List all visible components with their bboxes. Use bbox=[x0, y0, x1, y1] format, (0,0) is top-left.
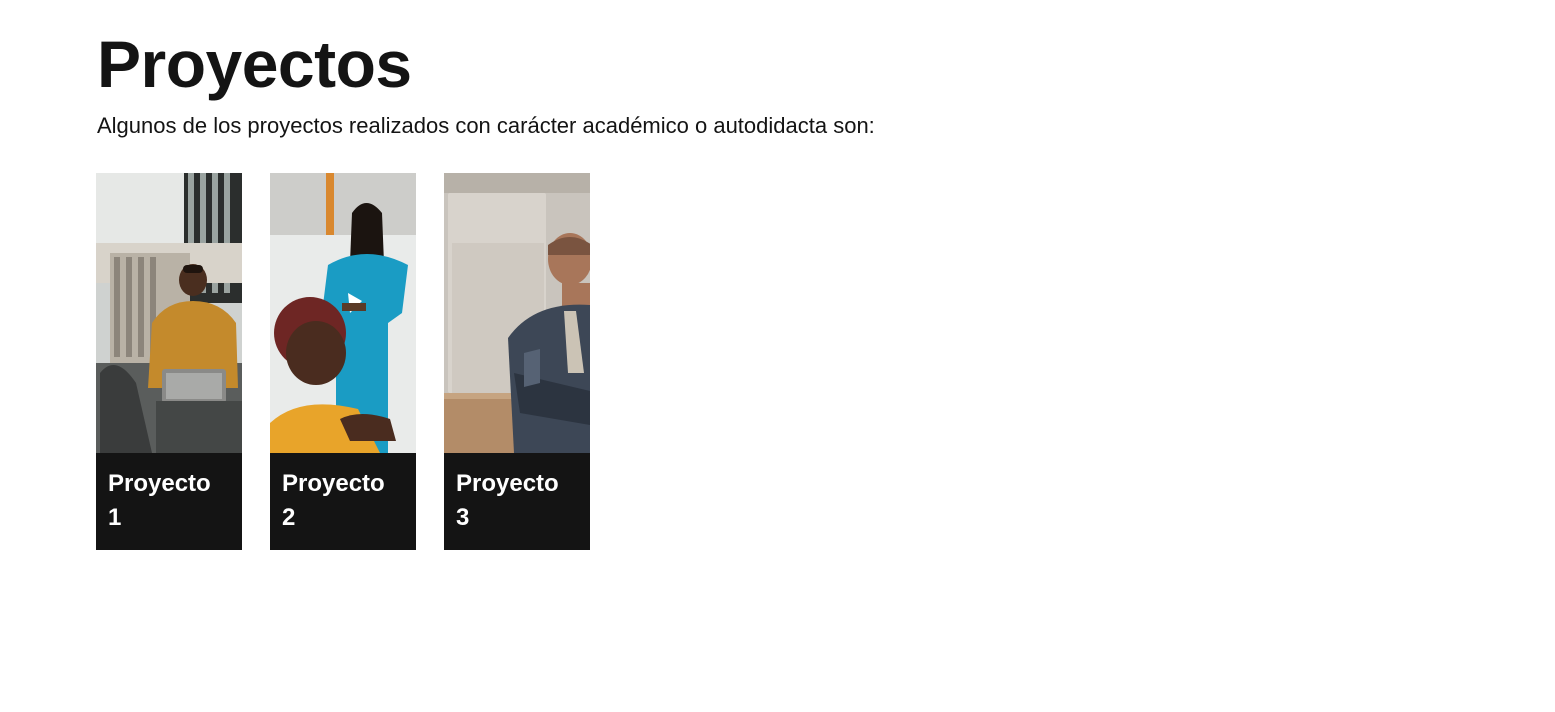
project-number-3: 3 bbox=[456, 504, 470, 531]
page-subtitle: Algunos de los proyectos realizados con … bbox=[97, 113, 875, 138]
project-number-2: 2 bbox=[282, 504, 296, 531]
page-title: Proyectos bbox=[97, 27, 412, 101]
project-title-2: Proyecto bbox=[282, 470, 385, 497]
project-image-3[interactable] bbox=[444, 173, 590, 453]
project-image-1[interactable] bbox=[96, 173, 242, 453]
project-cards: Proyecto 1 Proyecto 2 Proyecto 3 bbox=[96, 173, 590, 550]
man-in-suit-photo bbox=[444, 173, 590, 453]
page: Proyectos Algunos de los proyectos reali… bbox=[0, 0, 1555, 712]
project-title-3: Proyecto bbox=[456, 470, 559, 497]
project-card-1[interactable]: Proyecto 1 bbox=[96, 173, 242, 550]
project-caption-1[interactable]: Proyecto 1 bbox=[96, 453, 242, 550]
project-number-1: 1 bbox=[108, 504, 122, 531]
project-card-2[interactable]: Proyecto 2 bbox=[270, 173, 416, 550]
presenting-woman-photo bbox=[270, 173, 416, 453]
project-image-2[interactable] bbox=[270, 173, 416, 453]
project-title-1: Proyecto bbox=[108, 470, 211, 497]
office-man-photo bbox=[96, 173, 242, 453]
project-caption-3[interactable]: Proyecto 3 bbox=[444, 453, 590, 550]
project-card-3[interactable]: Proyecto 3 bbox=[444, 173, 590, 550]
project-caption-2[interactable]: Proyecto 2 bbox=[270, 453, 416, 550]
